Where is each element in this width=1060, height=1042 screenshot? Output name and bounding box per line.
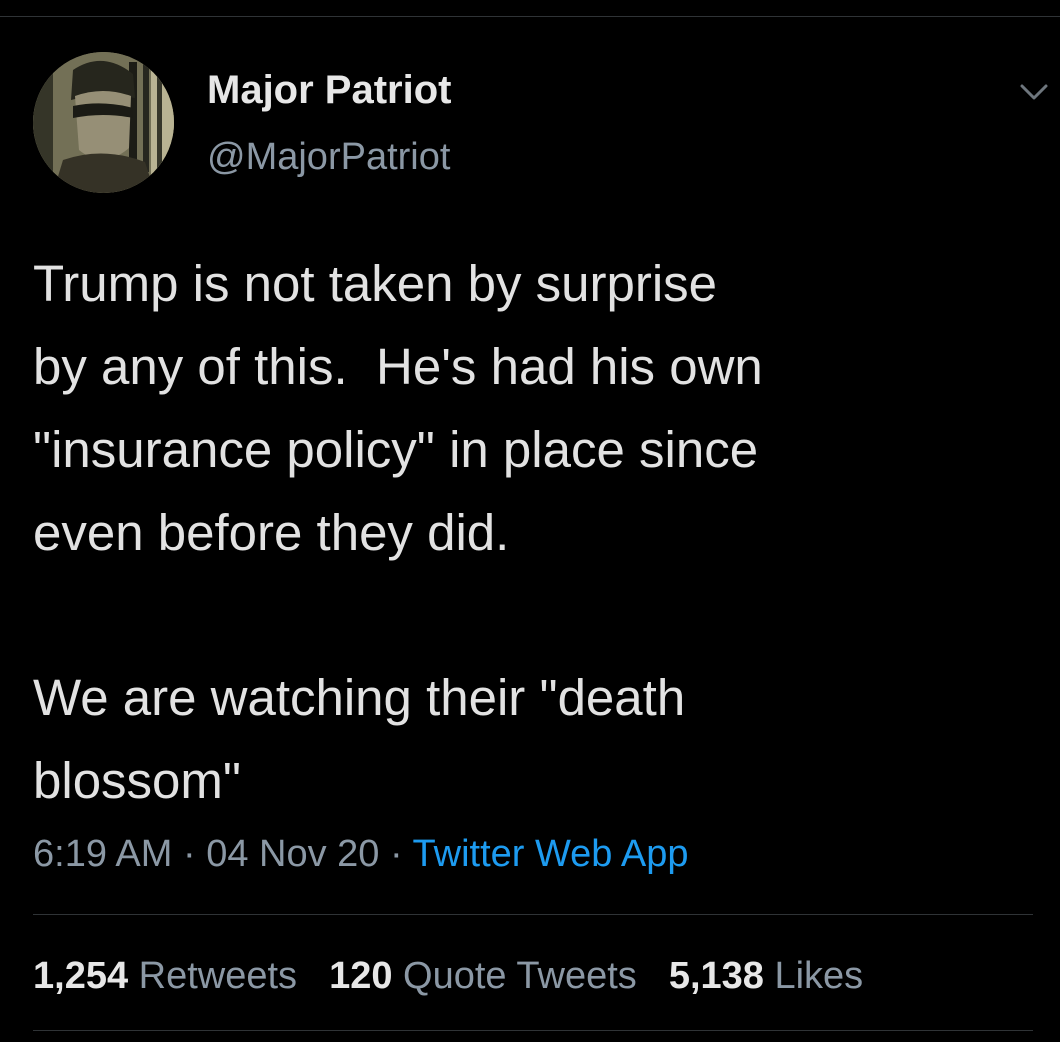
tweet-line: "insurance policy" in place since [33, 421, 759, 478]
meta-separator: · [172, 833, 207, 875]
quote-tweets-label: Quote Tweets [403, 955, 637, 997]
tweet-line: even before they did. [33, 504, 510, 561]
tweet-meta: 6:19 AM · 04 Nov 20 · Twitter Web App [33, 830, 689, 878]
stats-divider-bottom [33, 1030, 1033, 1031]
avatar-photo-icon [33, 52, 174, 193]
quote-tweets-stat[interactable]: 120 Quote Tweets [329, 955, 637, 997]
tweet-time[interactable]: 6:19 AM [33, 833, 172, 875]
chevron-down-icon[interactable] [1014, 74, 1054, 110]
retweets-count: 1,254 [33, 955, 129, 997]
meta-separator: · [379, 833, 413, 875]
top-divider [0, 16, 1060, 17]
engagement-stats: 1,254 Retweets 120 Quote Tweets 5,138 Like… [33, 952, 895, 1000]
retweets-label: Retweets [138, 955, 298, 997]
tweet-line: We are watching their "death [33, 669, 686, 726]
tweet-body: Trump is not taken by surprise by any of… [33, 242, 1033, 822]
tweet-date[interactable]: 04 Nov 20 [206, 833, 379, 875]
likes-label: Likes [774, 955, 864, 997]
stats-divider-top [33, 914, 1033, 915]
author-handle[interactable]: @MajorPatriot [207, 134, 450, 180]
quote-tweets-count: 120 [329, 955, 393, 997]
tweet-source-link[interactable]: Twitter Web App [413, 833, 689, 875]
tweet-line: by any of this. He's had his own [33, 338, 763, 395]
likes-count: 5,138 [668, 955, 764, 997]
avatar[interactable] [33, 52, 174, 193]
tweet-line: blossom" [33, 752, 242, 809]
author-display-name[interactable]: Major Patriot [207, 66, 451, 114]
tweet-detail: Major Patriot @MajorPatriot Trump is not… [0, 0, 1060, 1042]
retweets-stat[interactable]: 1,254 Retweets [33, 955, 297, 997]
tweet-line: Trump is not taken by surprise [33, 255, 718, 312]
likes-stat[interactable]: 5,138 Likes [669, 955, 863, 997]
